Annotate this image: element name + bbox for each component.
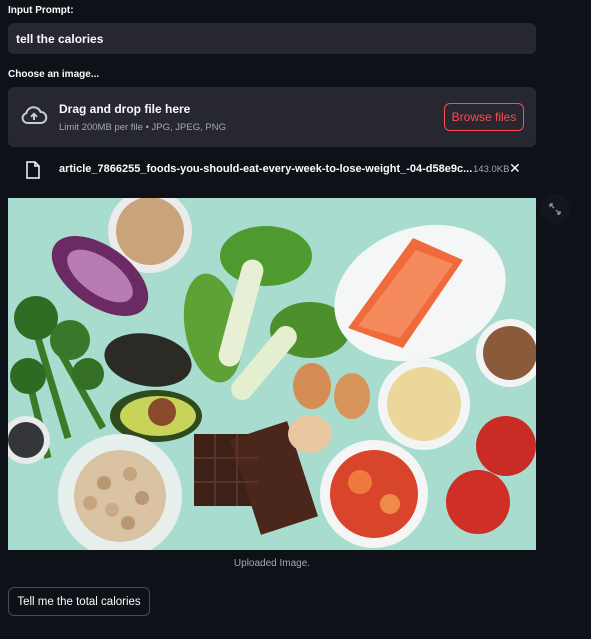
close-icon[interactable]: ✕ (509, 160, 521, 177)
dropzone-title: Drag and drop file here (59, 102, 191, 116)
dropzone-subtitle: Limit 200MB per file • JPG, JPEG, PNG (59, 122, 226, 133)
egg (293, 363, 331, 409)
uploaded-file-row: article_7866255_foods-you-should-eat-eve… (8, 158, 536, 184)
file-dropzone[interactable]: Drag and drop file here Limit 200MB per … (8, 87, 536, 147)
file-name: article_7866255_foods-you-should-eat-eve… (59, 163, 473, 175)
apple (476, 416, 536, 476)
uploader-label: Choose an image... (8, 69, 100, 80)
fullscreen-button[interactable] (540, 194, 570, 224)
browse-files-button[interactable]: Browse files (444, 103, 524, 131)
prompt-label: Input Prompt: (8, 5, 74, 16)
fullscreen-icon (549, 203, 561, 215)
file-size: 143.0KB (473, 164, 510, 175)
file-icon (26, 161, 40, 179)
uploaded-image (8, 198, 536, 550)
bok-choy (220, 226, 312, 286)
food-photo (8, 198, 536, 550)
image-caption: Uploaded Image. (233, 558, 311, 569)
total-calories-button[interactable]: Tell me the total calories (8, 587, 150, 616)
prompt-input[interactable]: tell the calories (8, 23, 536, 54)
cloud-upload-icon (21, 106, 48, 124)
